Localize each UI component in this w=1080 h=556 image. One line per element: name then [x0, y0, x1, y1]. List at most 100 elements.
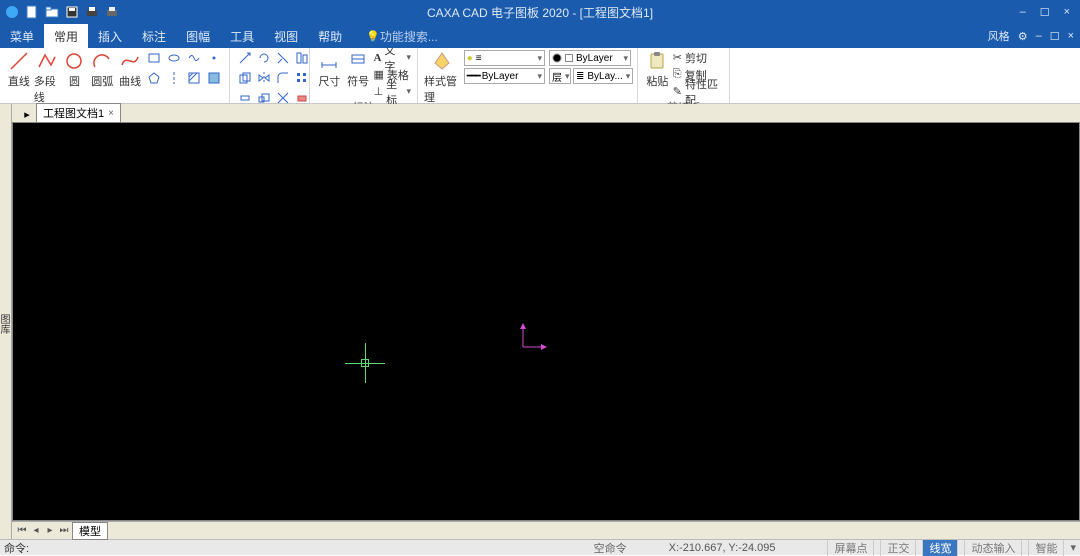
status-btn-smart[interactable]: 智能	[1028, 540, 1064, 556]
drawing-canvas[interactable]	[12, 122, 1080, 521]
document-tab-label: 工程图文档1	[43, 105, 104, 121]
close-button[interactable]: ×	[1064, 6, 1070, 19]
line-button[interactable]: 直线	[6, 50, 32, 89]
modify-grid	[236, 50, 310, 108]
dimension-button[interactable]: 尺寸	[316, 50, 343, 89]
tab-nav-first[interactable]: ⏮	[16, 525, 28, 536]
fillet-icon[interactable]	[274, 70, 292, 86]
left-palette-strip[interactable]: 图库 设置中心	[0, 104, 12, 539]
print-preview-icon[interactable]	[104, 4, 120, 20]
rect-icon[interactable]	[145, 50, 163, 66]
cut-label: 剪切	[685, 50, 707, 66]
open-icon[interactable]	[44, 4, 60, 20]
tab-annotate[interactable]: 标注	[132, 24, 176, 48]
color-wheel-icon	[552, 53, 562, 63]
cut-button[interactable]: ✂剪切	[673, 50, 723, 65]
layer-select[interactable]: ●≡▾	[464, 50, 545, 66]
centerline-icon[interactable]	[165, 70, 183, 86]
document-tab-close[interactable]: ×	[108, 108, 114, 119]
status-btn-ortho[interactable]: 正交	[880, 540, 916, 556]
fill-icon[interactable]	[205, 70, 223, 86]
tab-layout[interactable]: 图幅	[176, 24, 220, 48]
polygon-icon[interactable]	[145, 70, 163, 86]
status-dropdown-icon[interactable]: ▾	[1070, 541, 1076, 554]
symbol-button[interactable]: 符号	[345, 50, 372, 89]
tab-nav-next[interactable]: ▸	[44, 525, 56, 536]
model-tab[interactable]: 模型	[72, 522, 108, 540]
circle-button[interactable]: 圆	[62, 50, 88, 89]
tab-menu[interactable]: 菜单	[0, 24, 44, 48]
status-bar: 命令: 空命令 X:-210.667, Y:-24.095 屏幕点 正交 线宽 …	[0, 539, 1080, 555]
restore-icon[interactable]: ☐	[1050, 30, 1060, 43]
clipboard-side: ✂剪切 ⎘复制 ✎特性匹配	[673, 50, 723, 99]
tab-insert[interactable]: 插入	[88, 24, 132, 48]
match-properties-button[interactable]: ✎特性匹配	[673, 84, 723, 99]
gear-icon[interactable]: ⚙	[1018, 30, 1028, 43]
spline-button[interactable]: 曲线	[117, 50, 143, 89]
mirror-icon[interactable]	[255, 70, 273, 86]
app-icon[interactable]	[4, 4, 20, 20]
lineweight-value: ByLay...	[587, 71, 622, 82]
command-status: 空命令	[594, 540, 627, 556]
circle-label: 圆	[69, 73, 80, 89]
coord-button[interactable]: ⊥坐标▾	[373, 84, 411, 99]
copy-icon[interactable]	[236, 70, 254, 86]
lineweight-select[interactable]: ≣ByLay...▾	[573, 68, 633, 84]
ribbon: 直线 多段线 圆 圆弧 曲线 绘图	[0, 48, 1080, 104]
align-icon[interactable]	[293, 50, 311, 66]
style-manager-label: 样式管理	[424, 73, 460, 105]
maximize-button[interactable]: ☐	[1040, 6, 1050, 19]
tab-view[interactable]: 视图	[264, 24, 308, 48]
copy-icon: ⎘	[673, 68, 682, 81]
print-icon[interactable]	[84, 4, 100, 20]
style-label[interactable]: 风格	[988, 28, 1010, 44]
layer-short-value: 层	[552, 69, 562, 84]
minimize-button[interactable]: –	[1020, 6, 1026, 19]
color-select[interactable]: ByLayer▾	[549, 50, 631, 66]
scissors-icon: ✂	[673, 51, 682, 64]
point-icon[interactable]	[205, 50, 223, 66]
hatch-icon[interactable]	[185, 70, 203, 86]
search-hint[interactable]: 功能搜索...	[380, 28, 438, 45]
layer-short-select[interactable]: 层▾	[549, 68, 571, 84]
tab-help[interactable]: 帮助	[308, 24, 352, 48]
document-tab[interactable]: 工程图文档1 ×	[36, 103, 121, 122]
array-icon[interactable]	[293, 70, 311, 86]
move-icon[interactable]	[236, 50, 254, 66]
minimize-ribbon-icon[interactable]: –	[1036, 30, 1042, 42]
panel-annotate: 尺寸 符号 A文字▾ ▦表格 ⊥坐标▾ 标注	[310, 48, 418, 103]
tab-nav-prev[interactable]: ◂	[30, 525, 42, 536]
wave-icon[interactable]	[185, 50, 203, 66]
panel-draw: 直线 多段线 圆 圆弧 曲线 绘图	[0, 48, 230, 103]
style-manager-button[interactable]: 样式管理	[424, 50, 460, 105]
ellipse-icon[interactable]	[165, 50, 183, 66]
text-button[interactable]: A文字▾	[373, 50, 411, 65]
brush-icon: ✎	[673, 85, 682, 98]
paste-button[interactable]: 粘贴	[644, 50, 671, 89]
tab-tools[interactable]: 工具	[220, 24, 264, 48]
document-area: 图库 设置中心 ▸ 工程图文档1 × ⏮ ◂ ▸ ⏭ 模型	[0, 104, 1080, 539]
symbol-label: 符号	[347, 73, 369, 89]
status-btn-dyninput[interactable]: 动态输入	[964, 540, 1022, 556]
ucs-icon	[519, 323, 549, 351]
coordinates: X:-210.667, Y:-24.095	[669, 542, 776, 554]
panel-clipboard: 粘贴 ✂剪切 ⎘复制 ✎特性匹配 剪切板	[638, 48, 730, 103]
status-btn-lineweight[interactable]: 线宽	[922, 540, 958, 556]
polyline-button[interactable]: 多段线	[34, 50, 60, 105]
tab-list-icon[interactable]: ▸	[18, 106, 36, 122]
linetype-select[interactable]: ━━━ByLayer▾	[464, 68, 545, 84]
polyline-label: 多段线	[34, 73, 60, 105]
tab-nav-last[interactable]: ⏭	[58, 525, 70, 536]
sidebar-tab-library[interactable]: 图库	[0, 108, 11, 539]
rotate-icon[interactable]	[255, 50, 273, 66]
status-btn-screenpoint[interactable]: 屏幕点	[827, 540, 874, 556]
trim-icon[interactable]	[274, 50, 292, 66]
close-doc-icon[interactable]: ×	[1068, 30, 1074, 42]
tab-common[interactable]: 常用	[44, 24, 88, 48]
model-tab-bar: ⏮ ◂ ▸ ⏭ 模型	[12, 521, 1080, 539]
arc-button[interactable]: 圆弧	[89, 50, 115, 89]
search-icon[interactable]: 💡	[366, 30, 380, 43]
new-icon[interactable]	[24, 4, 40, 20]
save-icon[interactable]	[64, 4, 80, 20]
window-title: CAXA CAD 电子图板 2020 - [工程图文档1]	[427, 4, 653, 21]
